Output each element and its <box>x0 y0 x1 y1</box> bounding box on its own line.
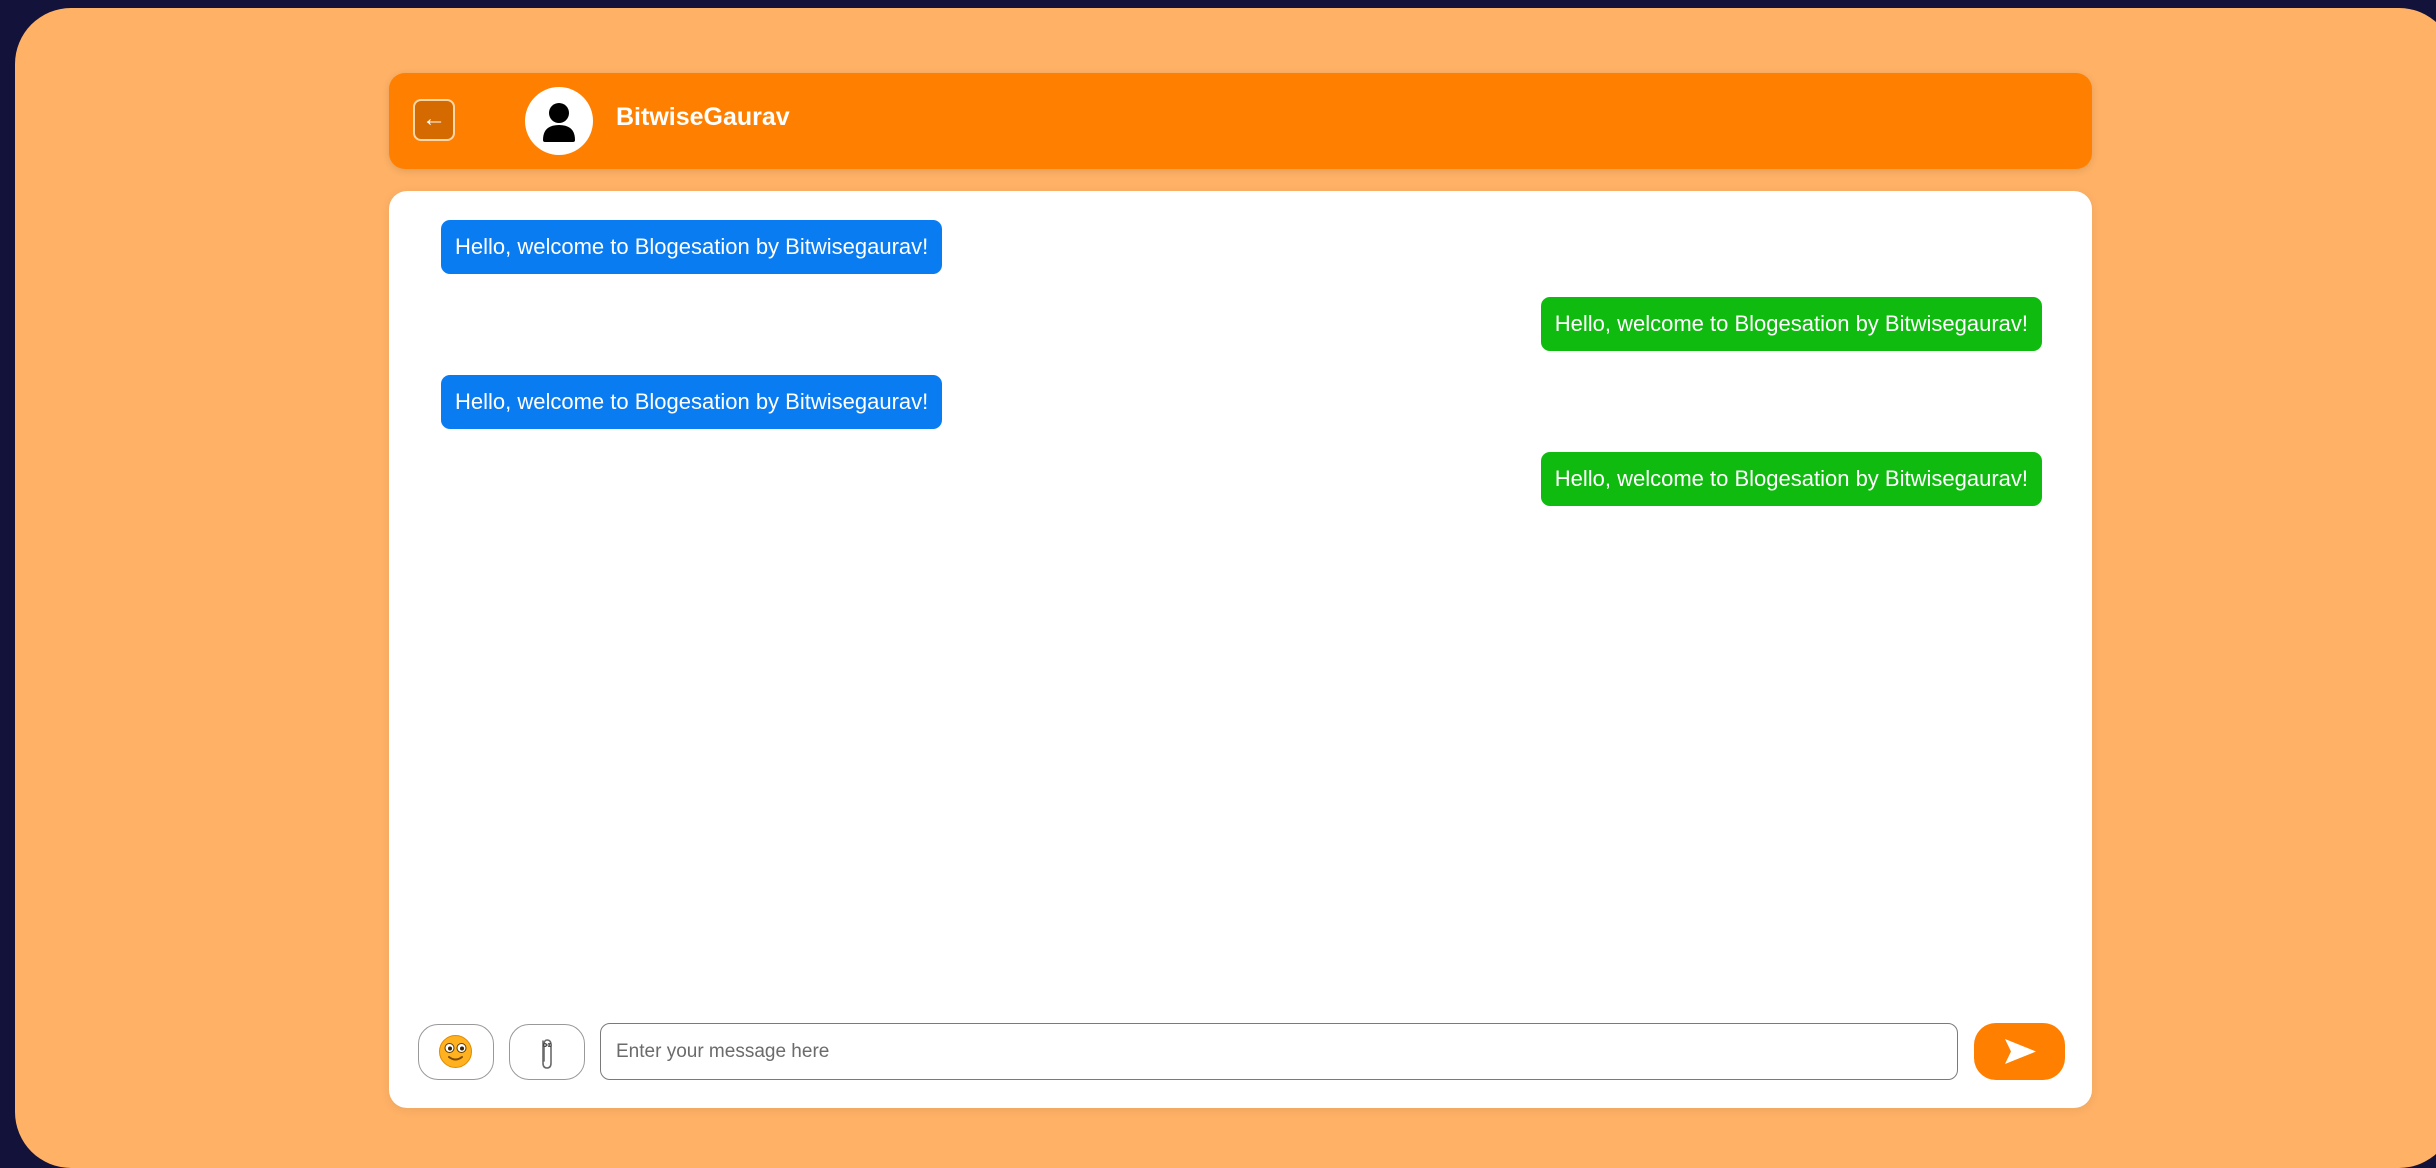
emoji-face-icon <box>439 1035 472 1068</box>
message-bubble-received: Hello, welcome to Blogesation by Bitwise… <box>441 375 943 429</box>
emoji-button[interactable] <box>418 1024 494 1080</box>
attach-button[interactable] <box>509 1024 585 1080</box>
back-arrow-icon: ← <box>422 105 446 132</box>
chat-header: ← BitwiseGaurav <box>389 73 2092 169</box>
app-background: ← BitwiseGaurav Hello, welcome to Bloges… <box>15 8 2436 1168</box>
send-button[interactable] <box>1974 1023 2065 1080</box>
message-bubble-received: Hello, welcome to Blogesation by Bitwise… <box>441 220 943 274</box>
back-button[interactable]: ← <box>413 99 455 141</box>
paperclip-icon <box>542 1039 552 1069</box>
message-bubble-sent: Hello, welcome to Blogesation by Bitwise… <box>1540 452 2042 506</box>
user-silhouette-icon <box>543 103 575 142</box>
message-bubble-sent: Hello, welcome to Blogesation by Bitwise… <box>1540 297 2042 351</box>
message-input[interactable] <box>600 1023 1958 1080</box>
contact-name: BitwiseGaurav <box>616 103 790 131</box>
chat-panel: Hello, welcome to Blogesation by Bitwise… <box>389 191 2092 1108</box>
send-arrow-icon <box>2005 1039 2036 1064</box>
avatar[interactable] <box>525 87 593 155</box>
